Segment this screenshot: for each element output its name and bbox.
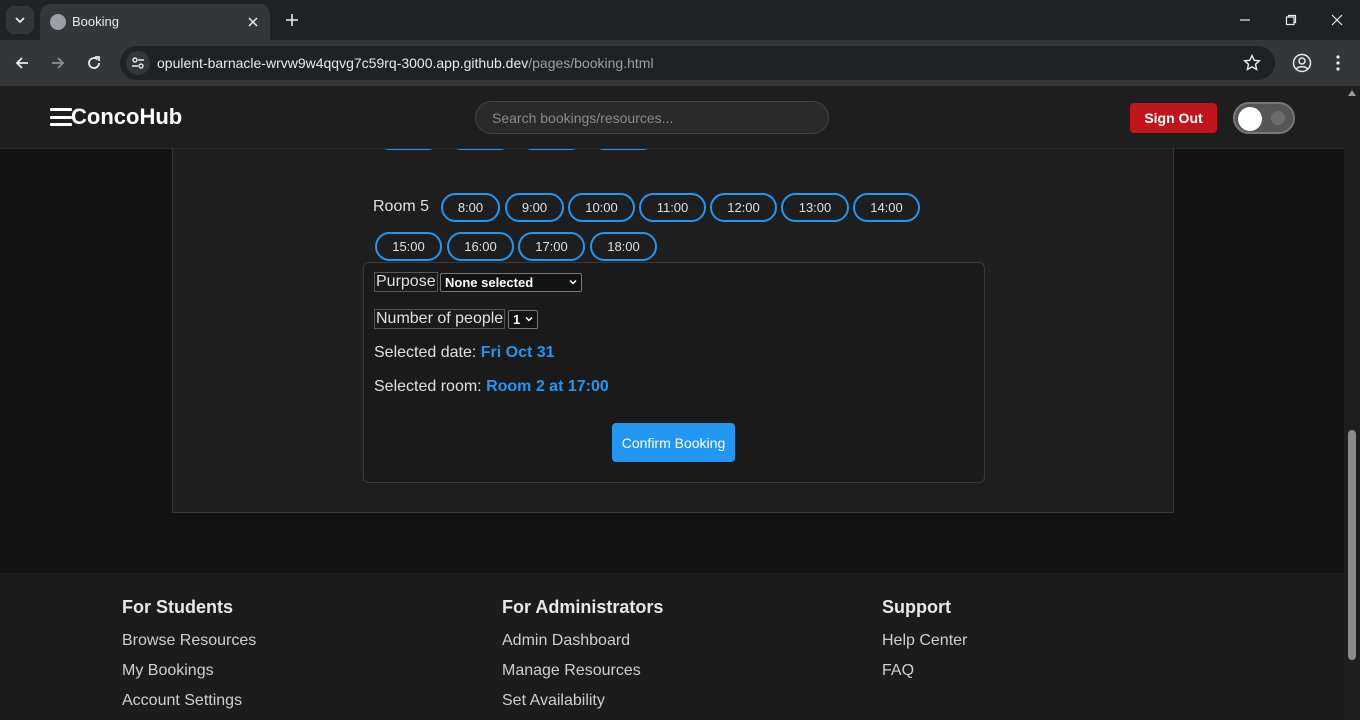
purpose-select[interactable]: None selected — [440, 273, 582, 292]
time-slot-room5[interactable]: 11:00 — [639, 193, 706, 222]
tune-icon — [132, 57, 144, 69]
bookmark-star-icon[interactable] — [1243, 54, 1261, 72]
profile-button[interactable] — [1290, 51, 1314, 75]
people-select[interactable]: 1 — [508, 310, 538, 329]
time-slot-room5[interactable]: 10:00 — [568, 193, 635, 222]
sign-out-button[interactable]: Sign Out — [1130, 103, 1217, 133]
minimize-icon — [1240, 19, 1250, 21]
footer-link[interactable]: Manage Resources — [502, 662, 663, 692]
chevron-down-icon — [525, 316, 533, 322]
sun-icon — [1271, 111, 1285, 125]
url-path: /pages/booking.html — [528, 55, 654, 71]
toggle-knob — [1238, 107, 1262, 131]
time-slot-room5[interactable]: 15:00 — [375, 232, 442, 261]
close-icon — [1331, 14, 1343, 26]
footer-support-title: Support — [882, 597, 951, 617]
chevron-down-icon — [569, 279, 577, 285]
footer-link[interactable]: My Bookings — [122, 662, 256, 692]
arrow-left-icon — [15, 57, 28, 69]
selected-date-label: Selected date: — [374, 344, 477, 361]
browser-tab[interactable]: Booking — [40, 4, 270, 40]
footer-link[interactable]: Set Availability — [502, 692, 663, 720]
close-tab-button[interactable] — [244, 13, 262, 31]
browser-toolbar: opulent-barnacle-wrvw9w4qqvg7c59rq-3000.… — [0, 40, 1360, 86]
footer-admins-column: For Administrators Admin Dashboard Manag… — [502, 597, 663, 720]
footer-link[interactable]: Help Center — [882, 632, 967, 662]
close-icon — [248, 17, 258, 27]
booking-section: Room 5 8:00 9:00 10:00 11:00 12:00 13:00… — [172, 116, 1174, 513]
brand-logo[interactable]: ConcoHub — [71, 104, 182, 130]
selected-room-line: Selected room: Room 2 at 17:00 — [374, 378, 609, 396]
time-slot-room5[interactable]: 12:00 — [710, 193, 777, 222]
footer-admins-title: For Administrators — [502, 597, 664, 617]
url-text: opulent-barnacle-wrvw9w4qqvg7c59rq-3000.… — [157, 55, 654, 71]
restore-icon — [1285, 14, 1297, 26]
time-slot-room5[interactable]: 18:00 — [590, 232, 657, 261]
time-slot-room5[interactable]: 14:00 — [853, 193, 920, 222]
arrow-right-icon — [52, 57, 65, 69]
selected-room-label: Selected room: — [374, 378, 482, 395]
reload-icon — [88, 56, 100, 69]
footer-link[interactable]: Admin Dashboard — [502, 632, 663, 662]
selected-date-value: Fri Oct 31 — [480, 344, 555, 361]
tab-search-button[interactable] — [6, 6, 34, 34]
reload-button[interactable] — [82, 51, 106, 75]
globe-icon — [50, 14, 66, 30]
account-circle-icon — [1292, 53, 1312, 73]
close-window-button[interactable] — [1325, 8, 1349, 32]
new-tab-button[interactable] — [280, 8, 304, 32]
site-header: ConcoHub Sign Out — [0, 86, 1344, 149]
footer-link[interactable]: Browse Resources — [122, 632, 256, 662]
people-selected-value: 1 — [513, 312, 521, 327]
address-bar[interactable]: opulent-barnacle-wrvw9w4qqvg7c59rq-3000.… — [120, 46, 1275, 80]
footer-students-column: For Students Browse Resources My Booking… — [122, 597, 256, 720]
footer-support-column: Support Help Center FAQ — [882, 597, 967, 692]
plus-icon — [286, 14, 298, 26]
footer-link[interactable]: Account Settings — [122, 692, 256, 720]
more-vertical-icon — [1336, 55, 1340, 71]
selected-room-value: Room 2 at 17:00 — [486, 378, 609, 395]
booking-form: Purpose None selected Number of people 1… — [363, 262, 985, 483]
scrollbar-thumb[interactable] — [1348, 430, 1356, 660]
time-slot-room5[interactable]: 8:00 — [441, 193, 500, 222]
selected-date-line: Selected date: Fri Oct 31 — [374, 344, 555, 362]
minimize-button[interactable] — [1233, 8, 1257, 32]
hamburger-menu-icon[interactable] — [50, 108, 72, 126]
browser-tab-bar: Booking — [0, 0, 1360, 40]
footer-link[interactable]: FAQ — [882, 662, 967, 692]
room-5-label: Room 5 — [373, 198, 430, 215]
time-slot-room5[interactable]: 13:00 — [781, 193, 849, 222]
time-slot-room5[interactable]: 9:00 — [505, 193, 564, 222]
scroll-up-arrow-icon[interactable] — [1348, 90, 1356, 96]
tab-title: Booking — [72, 14, 119, 29]
chevron-down-icon — [15, 17, 25, 24]
url-host: opulent-barnacle-wrvw9w4qqvg7c59rq-3000.… — [157, 55, 529, 71]
browser-menu-button[interactable] — [1326, 51, 1350, 75]
site-info-button[interactable] — [126, 51, 150, 75]
forward-button[interactable] — [46, 51, 70, 75]
confirm-booking-button[interactable]: Confirm Booking — [612, 423, 735, 462]
restore-button[interactable] — [1279, 8, 1303, 32]
page-scrollbar[interactable] — [1344, 86, 1360, 720]
theme-toggle[interactable] — [1233, 102, 1295, 134]
footer-students-title: For Students — [122, 597, 233, 617]
purpose-selected-value: None selected — [445, 275, 534, 290]
time-slot-room5[interactable]: 16:00 — [447, 232, 514, 261]
time-slot-room5[interactable]: 17:00 — [518, 232, 585, 261]
site-footer: For Students Browse Resources My Booking… — [0, 573, 1344, 720]
people-label: Number of people — [374, 309, 506, 329]
purpose-label: Purpose — [374, 272, 438, 292]
back-button[interactable] — [10, 51, 34, 75]
search-input[interactable] — [475, 101, 829, 134]
page-viewport: Room 5 8:00 9:00 10:00 11:00 12:00 13:00… — [0, 86, 1360, 720]
